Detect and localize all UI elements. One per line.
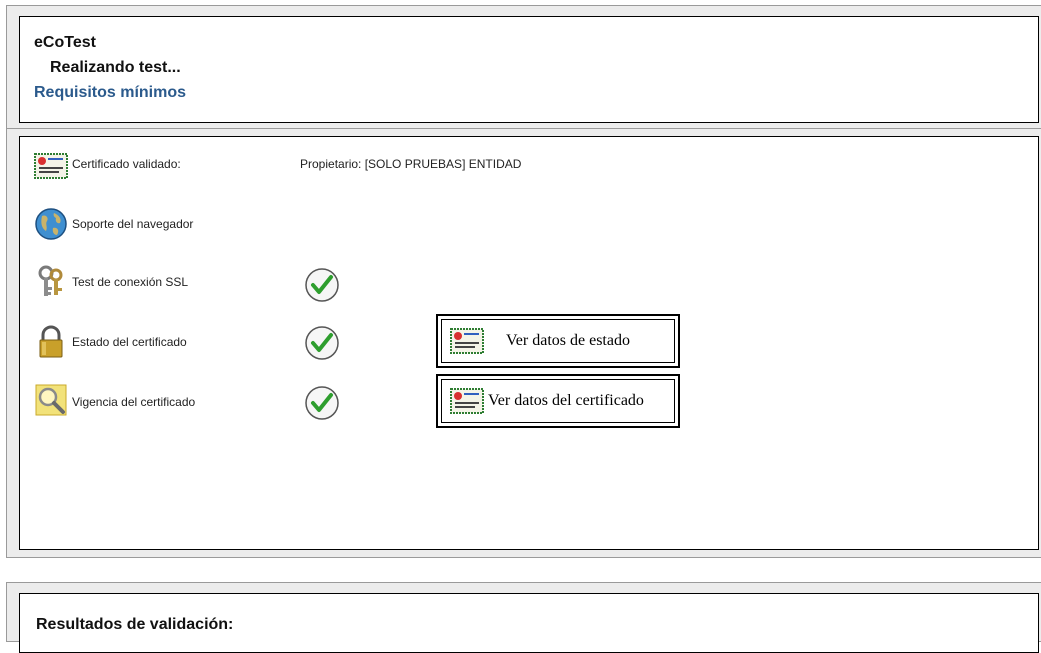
view-certificate-data-label: Ver datos del certificado xyxy=(488,392,644,409)
certificate-icon xyxy=(450,388,484,414)
checks-panel: Certificado validado: Propietario: [SOLO… xyxy=(6,128,1041,558)
padlock-icon xyxy=(39,325,63,358)
results-title: Resultados de validación: xyxy=(36,616,234,633)
results-panel: Resultados de validación: xyxy=(6,582,1041,653)
view-state-data-button-inner[interactable]: Ver datos de estado xyxy=(441,319,675,363)
keys-icon xyxy=(38,265,63,296)
certificate-icon xyxy=(450,328,484,354)
view-state-data-label: Ver datos de estado xyxy=(506,332,630,349)
checks-box: Certificado validado: Propietario: [SOLO… xyxy=(19,136,1039,550)
view-certificate-data-button[interactable]: Ver datos del certificado xyxy=(436,374,680,428)
globe-icon xyxy=(35,208,67,240)
view-certificate-data-button-inner[interactable]: Ver datos del certificado xyxy=(441,379,675,423)
view-state-data-button[interactable]: Ver datos de estado xyxy=(436,314,680,368)
magnifier-icon xyxy=(35,384,67,416)
app-title: eCoTest xyxy=(34,34,96,51)
certificate-icon xyxy=(34,153,68,179)
check-icon xyxy=(305,386,339,420)
browser-label: Soporte del navegador xyxy=(72,217,194,231)
ssl-label: Test de conexión SSL xyxy=(72,275,189,289)
check-icon xyxy=(305,326,339,360)
check-icon xyxy=(305,268,339,302)
cert-validity-label: Vigencia del certificado xyxy=(72,395,196,409)
header-box: eCoTest Realizando test... Requisitos mí… xyxy=(19,16,1039,123)
results-box: Resultados de validación: xyxy=(19,593,1039,653)
header-panel: eCoTest Realizando test... Requisitos mí… xyxy=(6,5,1041,130)
status-text: Realizando test... xyxy=(50,59,181,76)
cert-state-label: Estado del certificado xyxy=(72,335,187,349)
certificate-owner: Propietario: [SOLO PRUEBAS] ENTIDAD xyxy=(300,157,522,171)
requirements-link[interactable]: Requisitos mínimos xyxy=(34,84,186,102)
certificate-label: Certificado validado: xyxy=(72,157,181,171)
